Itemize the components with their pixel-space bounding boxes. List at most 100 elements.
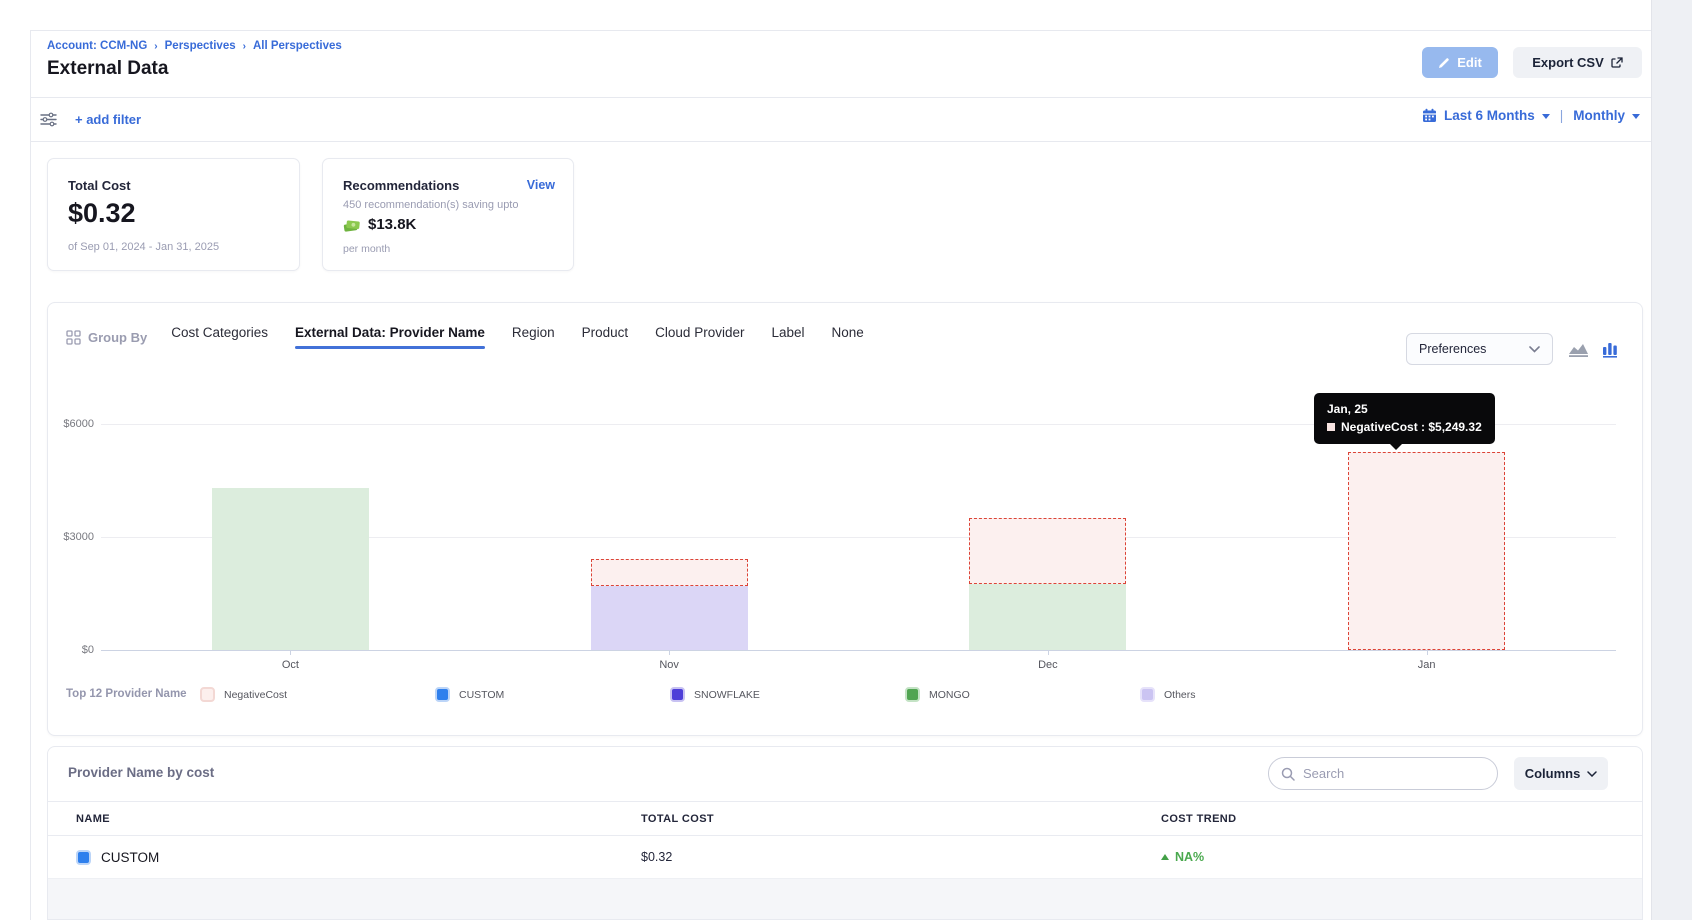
edit-button-label: Edit <box>1457 55 1482 70</box>
table-row[interactable]: CUSTOM $0.32 NA% <box>48 836 1642 879</box>
y-axis-tick-label: $6000 <box>52 418 94 430</box>
table-header-row: NAME TOTAL COST COST TREND <box>48 801 1642 836</box>
area-chart-icon[interactable] <box>1568 341 1589 358</box>
chevron-down-icon <box>1632 114 1640 119</box>
granularity-dropdown[interactable]: Monthly <box>1573 108 1625 123</box>
pencil-icon <box>1438 57 1450 69</box>
filterbar-divider <box>31 141 1651 142</box>
provider-color-swatch <box>76 850 91 865</box>
grid-icon <box>66 330 81 345</box>
chart-tooltip: Jan, 25 NegativeCost : $5,249.32 <box>1314 393 1495 444</box>
chart-plot: Jan, 25 NegativeCost : $5,249.32 $0$3000… <box>48 383 1644 683</box>
tab-label[interactable]: Label <box>771 325 804 349</box>
tab-region[interactable]: Region <box>512 325 555 349</box>
top-border <box>31 30 1651 31</box>
y-axis-tick-label: $3000 <box>52 531 94 543</box>
total-cost-period: of Sep 01, 2024 - Jan 31, 2025 <box>68 241 219 253</box>
x-axis-category-label: Jan <box>1387 659 1467 671</box>
money-icon <box>343 218 361 232</box>
edit-button[interactable]: Edit <box>1422 47 1498 78</box>
columns-button[interactable]: Columns <box>1514 757 1608 790</box>
legend-item-negativecost[interactable]: NegativeCost <box>200 687 435 702</box>
table-title: Provider Name by cost <box>68 765 214 780</box>
column-header-cost-trend: COST TREND <box>1161 813 1642 825</box>
legend-swatch <box>905 687 920 702</box>
time-filter-cluster: Last 6 Months | Monthly <box>1422 108 1640 123</box>
savings-value: $13.8K <box>368 216 416 233</box>
breadcrumb-all-perspectives[interactable]: All Perspectives <box>253 40 342 52</box>
legend-title: Top 12 Provider Name <box>66 687 188 702</box>
bar-segment-negativecost-nov[interactable] <box>591 559 748 586</box>
perspective-page: Account: CCM-NG › Perspectives › All Per… <box>0 0 1692 920</box>
tab-cost-categories[interactable]: Cost Categories <box>171 325 268 349</box>
legend-item-snowflake[interactable]: SNOWFLAKE <box>670 687 905 702</box>
chevron-down-icon <box>1542 114 1550 119</box>
x-axis-tick <box>1048 650 1049 655</box>
bar-chart-icon[interactable] <box>1602 341 1621 358</box>
x-axis-category-label: Oct <box>250 659 330 671</box>
preferences-label: Preferences <box>1419 342 1486 356</box>
provider-name: CUSTOM <box>101 850 159 865</box>
x-axis-category-label: Nov <box>629 659 709 671</box>
tab-external-data-provider-name[interactable]: External Data: Provider Name <box>295 325 485 349</box>
provider-cost-trend: NA% <box>1161 850 1642 864</box>
legend-swatch <box>435 687 450 702</box>
chart-card: Group By Cost Categories External Data: … <box>47 302 1643 736</box>
column-header-total-cost: TOTAL COST <box>641 813 1161 825</box>
legend-item-custom[interactable]: CUSTOM <box>435 687 670 702</box>
chevron-down-icon <box>1587 771 1597 777</box>
search-input[interactable] <box>1303 766 1473 781</box>
time-range-dropdown[interactable]: Last 6 Months <box>1444 108 1535 123</box>
preferences-dropdown[interactable]: Preferences <box>1406 333 1553 365</box>
group-by-label: Group By <box>66 330 147 345</box>
provider-table-card: Provider Name by cost Columns NAME TOTAL… <box>47 746 1643 920</box>
separator: | <box>1560 108 1564 123</box>
bar-segment-negativecost-dec[interactable] <box>969 518 1126 584</box>
tooltip-series-marker <box>1327 423 1335 431</box>
tab-none[interactable]: None <box>832 325 864 349</box>
chart-legend: Top 12 Provider Name NegativeCost CUSTOM… <box>66 687 1626 702</box>
legend-swatch <box>1140 687 1155 702</box>
external-link-icon <box>1611 57 1623 69</box>
x-axis-tick <box>1427 650 1428 655</box>
tooltip-title: Jan, 25 <box>1327 402 1482 416</box>
total-cost-label: Total Cost <box>68 178 131 193</box>
x-axis-tick <box>290 650 291 655</box>
export-csv-button[interactable]: Export CSV <box>1513 47 1642 78</box>
chevron-right-icon: › <box>154 41 157 52</box>
bar-segment-snowflake-nov[interactable] <box>591 586 748 650</box>
calendar-icon <box>1422 108 1437 123</box>
recommendations-label: Recommendations <box>343 178 459 193</box>
column-header-name: NAME <box>76 813 641 825</box>
legend-item-others[interactable]: Others <box>1140 687 1375 702</box>
breadcrumb-perspectives[interactable]: Perspectives <box>165 40 236 52</box>
chevron-right-icon: › <box>243 41 246 52</box>
chevron-down-icon <box>1529 346 1540 353</box>
columns-label: Columns <box>1525 766 1581 781</box>
export-csv-label: Export CSV <box>1532 55 1604 70</box>
legend-swatch <box>200 687 215 702</box>
search-box <box>1268 757 1498 790</box>
tooltip-value: NegativeCost : $5,249.32 <box>1341 420 1482 434</box>
view-recommendations-link[interactable]: View <box>527 178 555 192</box>
x-axis-line <box>101 650 1616 651</box>
savings-per-month: per month <box>343 243 390 255</box>
breadcrumb-account[interactable]: Account: CCM-NG <box>47 40 147 52</box>
trend-up-icon <box>1161 854 1169 860</box>
table-footer-area <box>48 879 1642 920</box>
breadcrumb: Account: CCM-NG › Perspectives › All Per… <box>47 40 342 52</box>
tab-product[interactable]: Product <box>582 325 629 349</box>
left-border <box>30 30 31 920</box>
total-cost-card: Total Cost $0.32 of Sep 01, 2024 - Jan 3… <box>47 158 300 271</box>
tab-cloud-provider[interactable]: Cloud Provider <box>655 325 744 349</box>
total-cost-value: $0.32 <box>68 198 136 229</box>
bar-segment-mongo-oct[interactable] <box>212 488 369 650</box>
bar-segment-mongo-dec[interactable] <box>969 584 1126 650</box>
filter-sliders-icon[interactable] <box>40 111 57 128</box>
legend-item-mongo[interactable]: MONGO <box>905 687 1140 702</box>
add-filter-button[interactable]: + add filter <box>75 112 141 127</box>
bar-segment-negativecost-jan[interactable] <box>1348 452 1505 650</box>
header-divider <box>31 97 1651 98</box>
search-icon <box>1281 767 1295 781</box>
x-axis-tick <box>669 650 670 655</box>
